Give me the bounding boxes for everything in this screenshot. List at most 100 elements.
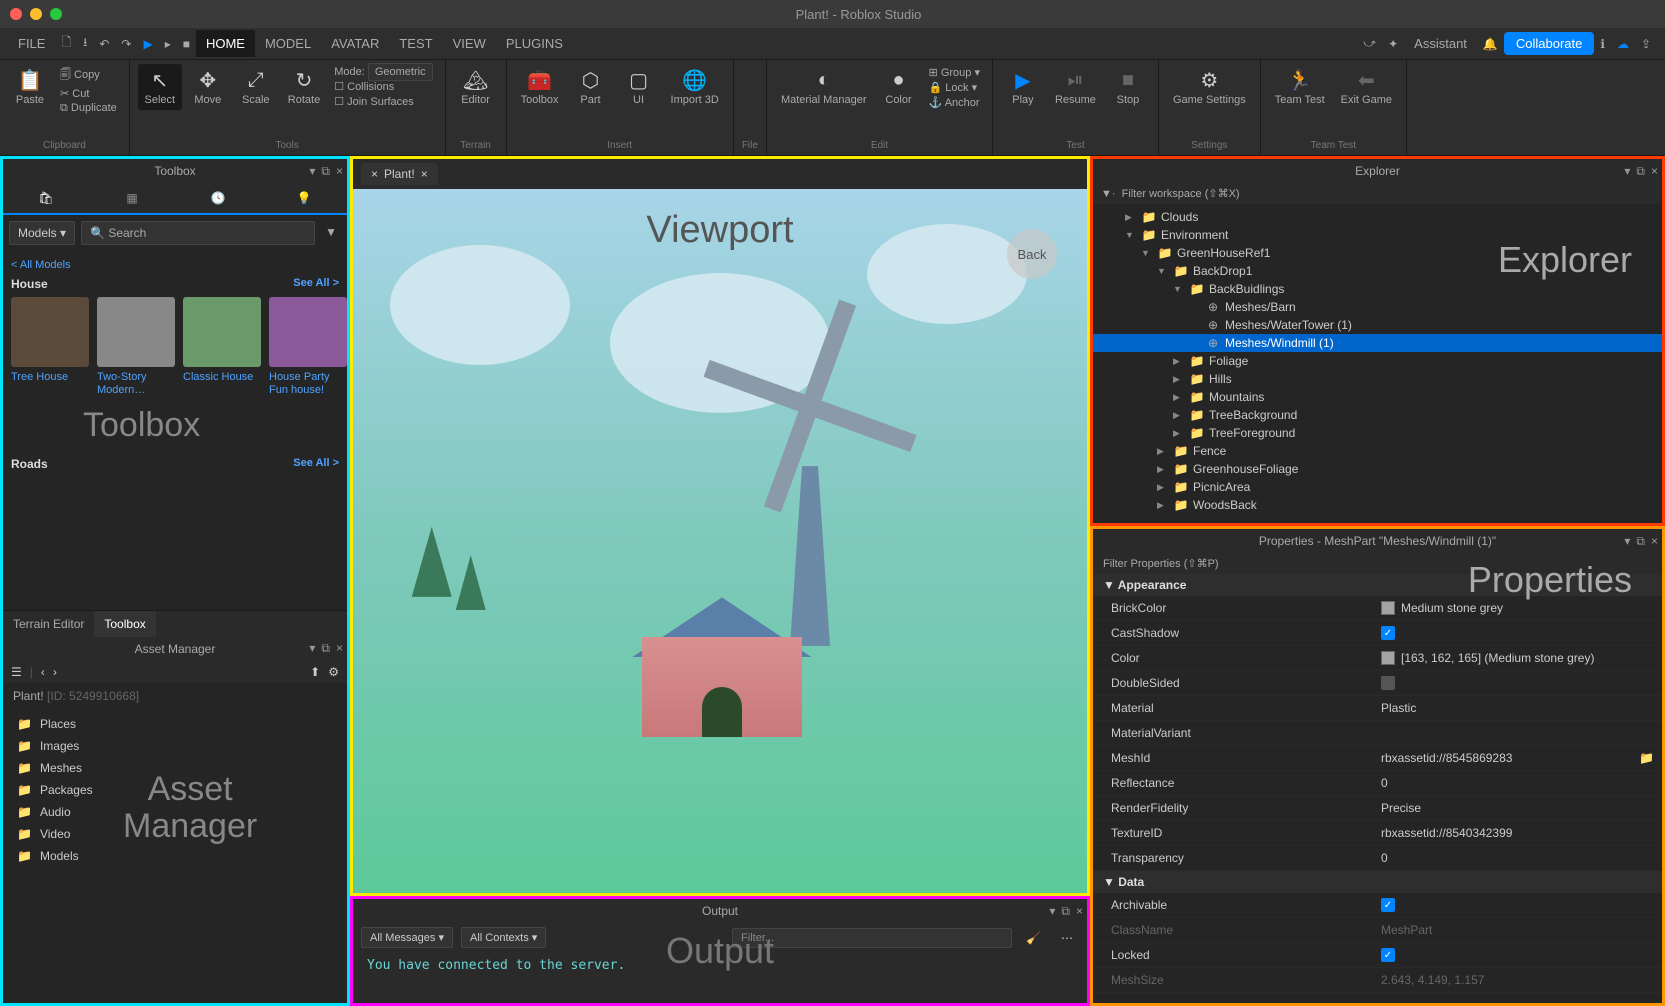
popout-icon[interactable]: ⧉ <box>1061 904 1070 919</box>
all-models-link[interactable]: < All Models <box>11 259 339 271</box>
messages-dropdown[interactable]: All Messages ▾ <box>361 927 453 948</box>
close-icon[interactable]: × <box>1076 904 1083 919</box>
open-icon[interactable]: ⭳ <box>77 27 93 60</box>
chevron-down-icon[interactable]: ▾ <box>309 641 315 656</box>
tree-item[interactable]: ▶📁Clouds <box>1093 208 1662 226</box>
see-all-roads-link[interactable]: See All > <box>293 457 339 471</box>
next-icon[interactable]: ⤻ <box>1357 30 1382 57</box>
prop-row-renderfidelity[interactable]: RenderFidelityPrecise <box>1093 796 1662 821</box>
settings-icon[interactable]: ⚙ <box>328 665 339 679</box>
tree-item[interactable]: ▶📁Hills <box>1093 370 1662 388</box>
tree-item[interactable]: ▶📁TreeBackground <box>1093 406 1662 424</box>
stop-icon[interactable]: ■ <box>177 31 196 57</box>
tree-item[interactable]: ▶📁Foliage <box>1093 352 1662 370</box>
play-button[interactable]: ▶Play <box>1001 64 1045 110</box>
viewport[interactable]: Back Viewport <box>350 189 1090 896</box>
maximize-window-button[interactable] <box>50 8 62 20</box>
filter-icon[interactable]: ▼ <box>321 221 341 245</box>
terrain-editor-button[interactable]: 🏔Editor <box>454 64 498 110</box>
move-tool[interactable]: ✥Move <box>186 64 230 110</box>
copy-button[interactable]: 🗐 Copy <box>60 66 117 85</box>
prop-row-textureid[interactable]: TextureIDrbxassetid://8540342399 <box>1093 821 1662 846</box>
paste-button[interactable]: 📋Paste <box>8 64 52 110</box>
recent-tab[interactable]: 🕓 <box>175 183 261 213</box>
scene-tab[interactable]: × Plant! × <box>361 163 438 185</box>
game-settings-button[interactable]: ⚙Game Settings <box>1167 64 1252 110</box>
prop-section-data[interactable]: ▼ Data <box>1093 871 1662 893</box>
select-tool[interactable]: ↖Select <box>138 64 182 110</box>
minimize-window-button[interactable] <box>30 8 42 20</box>
explorer-filter-input[interactable]: ▼· Filter workspace (⇧⌘X) <box>1093 183 1662 204</box>
output-menu-icon[interactable]: ⋯ <box>1055 931 1079 945</box>
asset-folder-models[interactable]: 📁 Models <box>3 845 347 867</box>
tree-item[interactable]: ▶📁TreeForeground <box>1093 424 1662 442</box>
undo-icon[interactable]: ↶ <box>93 31 115 57</box>
tree-item[interactable]: ⊕Meshes/Barn <box>1093 298 1662 316</box>
prop-row-materialvariant[interactable]: MaterialVariant <box>1093 721 1662 746</box>
close-window-button[interactable] <box>10 8 22 20</box>
stop-button[interactable]: ■Stop <box>1106 64 1150 110</box>
tree-item[interactable]: ▶📁PicnicArea <box>1093 478 1662 496</box>
rotate-tool[interactable]: ↻Rotate <box>282 64 326 110</box>
play-icon[interactable]: ▶ <box>137 31 158 57</box>
dock-tab-terrain-editor[interactable]: Terrain Editor <box>3 611 94 637</box>
cut-button[interactable]: ✂ Cut <box>60 87 117 100</box>
asset-folder-meshes[interactable]: 📁 Meshes <box>3 757 347 779</box>
close-icon[interactable]: × <box>336 641 343 656</box>
ui-button[interactable]: ▢UI <box>617 64 661 110</box>
prop-row-material[interactable]: MaterialPlastic <box>1093 696 1662 721</box>
collaborate-button[interactable]: Collaborate <box>1504 32 1595 55</box>
tree-item[interactable]: ▼📁BackBuidlings <box>1093 280 1662 298</box>
prop-row-color[interactable]: Color [163, 162, 165] (Medium stone grey… <box>1093 646 1662 671</box>
prop-row-archivable[interactable]: Archivable✓ <box>1093 893 1662 918</box>
forward-nav-icon[interactable]: › <box>53 665 57 679</box>
see-all-house-link[interactable]: See All > <box>293 277 339 291</box>
tab-view[interactable]: VIEW <box>443 30 496 57</box>
creations-tab[interactable]: 💡 <box>261 183 347 213</box>
prop-row-reflectance[interactable]: Reflectance0 <box>1093 771 1662 796</box>
exit-game-button[interactable]: ⬅Exit Game <box>1335 64 1398 110</box>
viewport-back-button[interactable]: Back <box>1007 229 1057 279</box>
dock-tab-toolbox[interactable]: Toolbox <box>94 611 155 637</box>
close-icon[interactable]: × <box>336 164 343 179</box>
list-view-icon[interactable]: ☰ <box>11 665 22 679</box>
popout-icon[interactable]: ⧉ <box>1636 534 1645 549</box>
join-surfaces-checkbox[interactable]: ☐ Join Surfaces <box>334 95 432 108</box>
team-test-button[interactable]: 🏃Team Test <box>1269 64 1331 110</box>
toolbox-item[interactable]: Two-Story Modern… <box>97 297 175 397</box>
mode-dropdown[interactable]: Geometric <box>368 63 433 81</box>
asset-folder-packages[interactable]: 📁 Packages <box>3 779 347 801</box>
models-dropdown[interactable]: Models ▾ <box>9 221 75 245</box>
prop-row-castshadow[interactable]: CastShadow✓ <box>1093 621 1662 646</box>
prop-row-doublesided[interactable]: DoubleSided <box>1093 671 1662 696</box>
clear-output-icon[interactable]: 🧹 <box>1020 931 1047 945</box>
close-icon[interactable]: × <box>1651 534 1658 549</box>
asset-folder-images[interactable]: 📁 Images <box>3 735 347 757</box>
notification-icon[interactable]: 🔔 <box>1477 31 1504 57</box>
tab-home[interactable]: HOME <box>196 30 255 57</box>
prop-row-meshid[interactable]: MeshIdrbxassetid://8545869283 📁 <box>1093 746 1662 771</box>
collisions-checkbox[interactable]: ☐ Collisions <box>334 80 432 93</box>
prop-row-transparency[interactable]: Transparency0 <box>1093 846 1662 871</box>
asset-folder-places[interactable]: 📁 Places <box>3 713 347 735</box>
part-button[interactable]: ⬡Part <box>569 64 613 110</box>
close-icon[interactable]: × <box>1651 164 1658 179</box>
lock-button[interactable]: 🔒 Lock ▾ <box>929 81 980 94</box>
redo-icon[interactable]: ↷ <box>115 31 137 57</box>
inventory-tab[interactable]: ▦ <box>89 183 175 213</box>
back-nav-icon[interactable]: ‹ <box>41 665 45 679</box>
contexts-dropdown[interactable]: All Contexts ▾ <box>461 927 546 948</box>
asset-breadcrumb[interactable]: Plant! [ID: 5249910668] <box>3 683 347 709</box>
popout-icon[interactable]: ⧉ <box>1636 164 1645 179</box>
anchor-button[interactable]: ⚓ Anchor <box>929 96 980 109</box>
popout-icon[interactable]: ⧉ <box>321 164 330 179</box>
chevron-down-icon[interactable]: ▾ <box>1049 904 1055 919</box>
cloud-icon[interactable]: ☁ <box>1611 31 1635 57</box>
scale-tool[interactable]: ⤢Scale <box>234 64 278 110</box>
import3d-button[interactable]: 🌐Import 3D <box>665 64 725 110</box>
tree-item[interactable]: ▶📁GreenhouseFoliage <box>1093 460 1662 478</box>
toolbox-item[interactable]: House Party Fun house! <box>269 297 347 397</box>
tree-item[interactable]: ⊕Meshes/WaterTower (1) <box>1093 316 1662 334</box>
share-icon[interactable]: ⇪ <box>1635 31 1657 57</box>
tab-avatar[interactable]: AVATAR <box>321 30 389 57</box>
